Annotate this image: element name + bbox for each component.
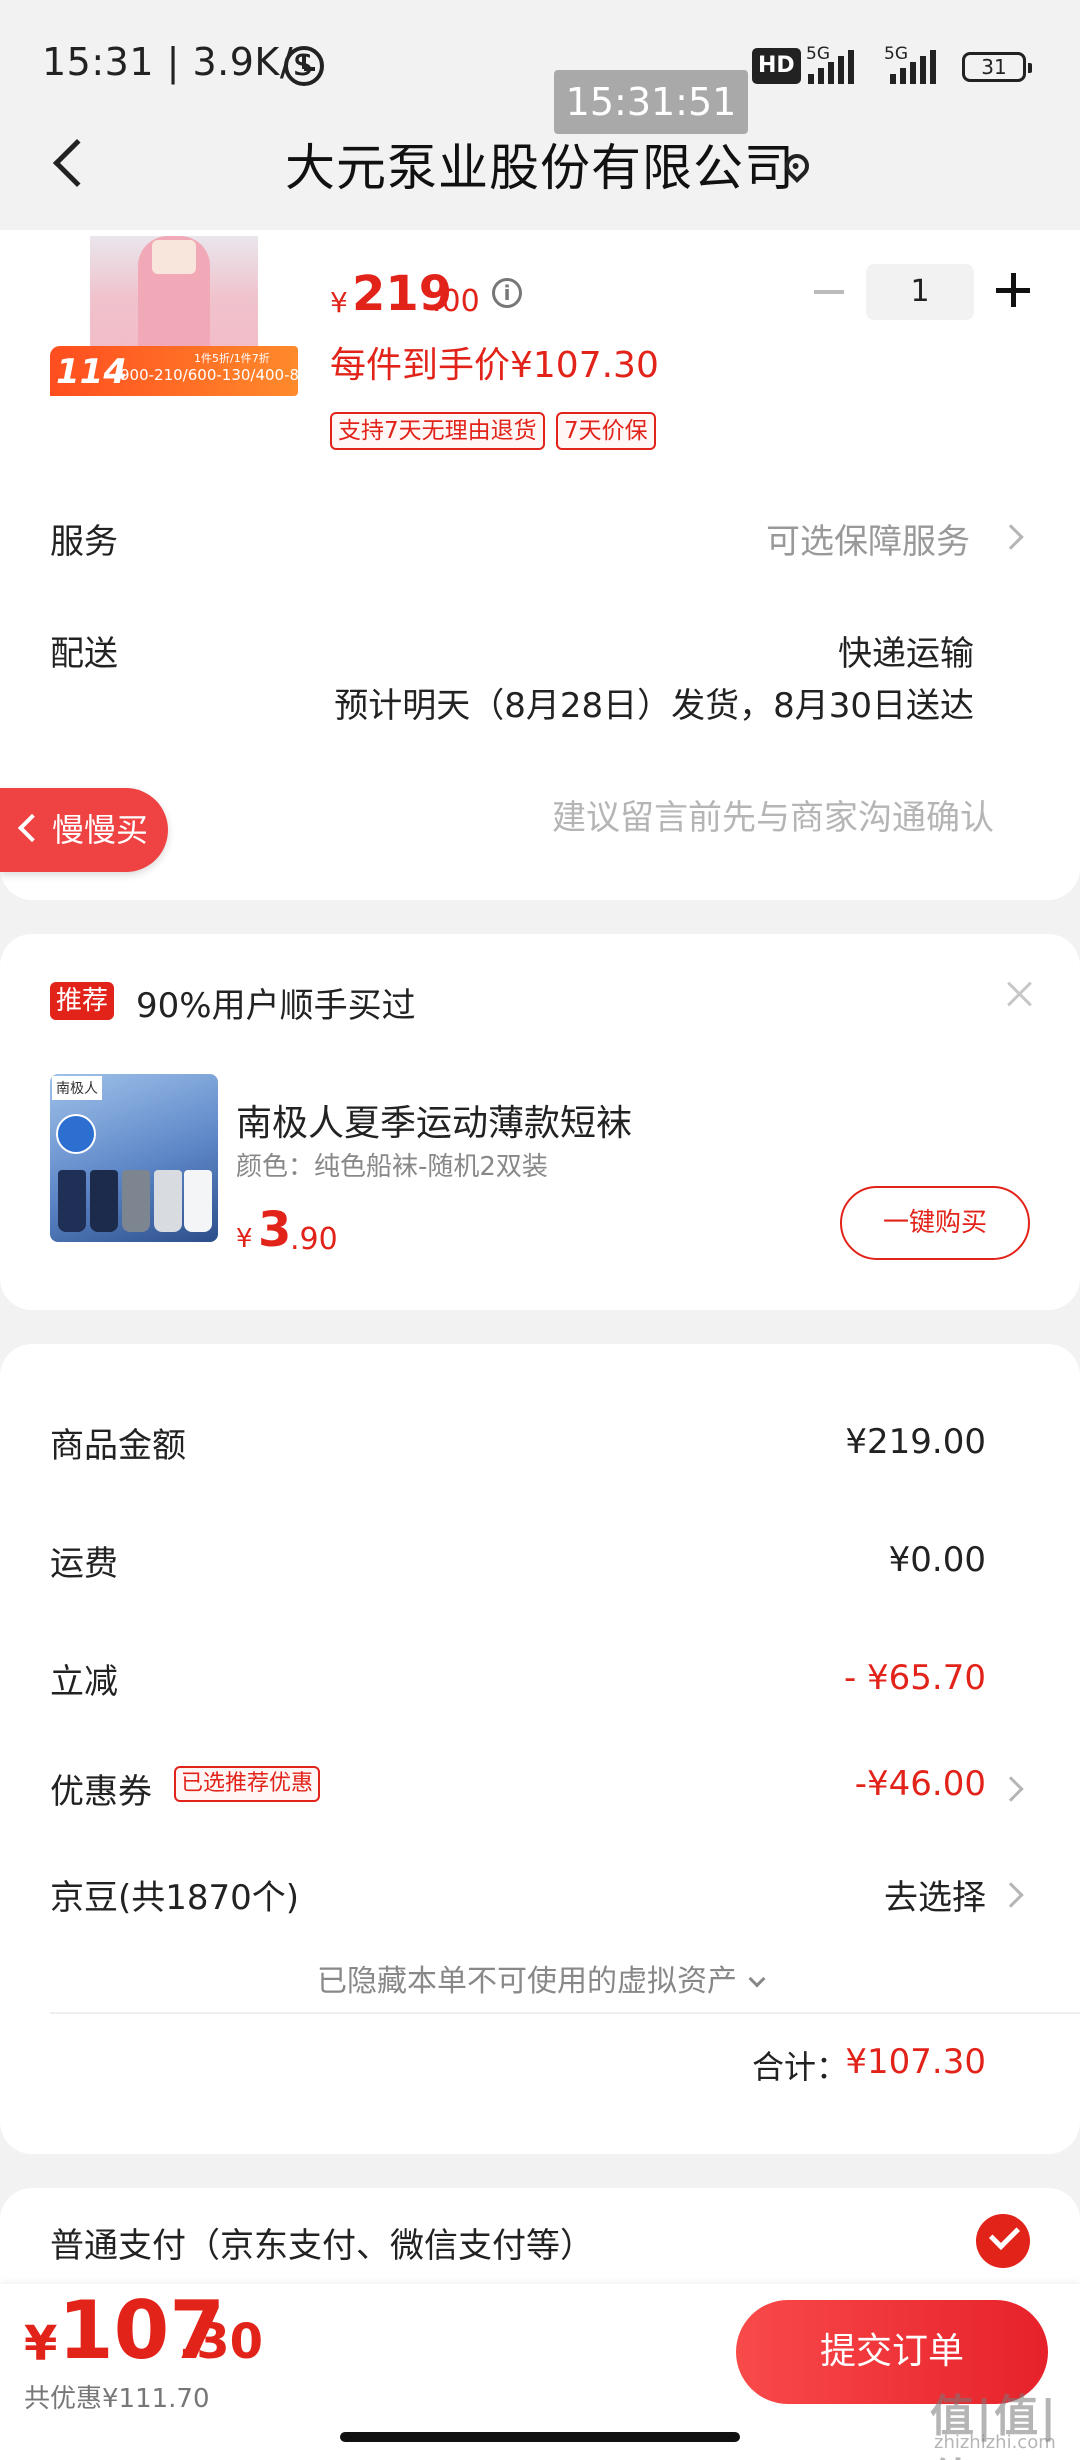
shipping-value: ¥0.00 [888,1540,986,1580]
model-face [152,240,196,274]
goods-amount-label: 商品金额 [50,1426,186,1466]
total-saved: 共优惠¥111.70 [24,2384,210,2414]
promo-text: 900-210/600-130/400-80 [120,366,309,384]
hidden-assets-text: 已隐藏本单不可使用的虚拟资产 [317,1964,737,1999]
goods-amount-value: ¥219.00 [845,1422,986,1462]
coupon-value[interactable]: -¥46.00 [855,1764,986,1804]
recommend-product-name[interactable]: 南极人夏季运动薄款短袜 [236,1094,632,1146]
divider [50,2012,1080,2014]
quantity-decrease-button[interactable] [814,290,844,294]
info-icon[interactable]: i [492,278,522,308]
coupon-label: 优惠券 [50,1772,152,1812]
chevron-down-icon [748,1970,766,1988]
promo-tag: 1件5折/1件7折 [194,352,270,365]
delivery-label: 配送 [50,634,118,674]
signal-strength-icon [808,48,854,84]
total-label: 合计： [752,2048,849,2086]
final-price-decimal: .30 [178,2314,264,2370]
sock-shape [58,1170,86,1232]
delivery-schedule: 预计明天（8月28日）发货，8月30日送达 [334,686,974,726]
recommend-badge: 推荐 [50,982,115,1020]
recommend-price-decimal: .90 [290,1222,338,1257]
price-decimal: .00 [432,284,480,319]
jd-beans-label: 京豆(共1870个) [50,1878,300,1918]
recommend-brand-label: 南极人 [52,1076,102,1100]
recommend-price-integer: 3 [258,1202,292,1258]
sock-shape [154,1170,182,1232]
instant-discount-label: 立减 [50,1662,118,1702]
jd-beans-select[interactable]: 去选择 [884,1870,986,1919]
hd-voice-icon: HD [752,48,801,84]
recommend-currency: ¥ [236,1224,253,1254]
recommend-title: 90%用户顺手买过 [136,986,416,1026]
one-click-buy-button[interactable]: 一键购买 [840,1186,1030,1260]
hidden-assets-toggle[interactable]: 已隐藏本单不可使用的虚拟资产 [0,1956,1080,2000]
service-option[interactable]: 可选保障服务 [766,514,970,563]
home-indicator[interactable] [340,2432,740,2442]
close-icon[interactable] [1005,980,1035,1010]
status-time: 15:31 | 3.9K/s [42,40,314,84]
instant-discount-value: - ¥65.70 [843,1658,986,1698]
recommend-product-spec: 颜色：纯色船袜-随机2双装 [236,1152,548,1182]
alarm-clock-icon [284,46,324,86]
pack-count-circle [56,1114,96,1154]
shipping-label: 运费 [50,1544,118,1584]
time-overlay: 15:31:51 [554,70,748,134]
payment-method-label[interactable]: 普通支付（京东支付、微信支付等） [50,2218,594,2267]
quantity-increase-button[interactable] [996,272,1032,308]
message-input[interactable]: 建议留言前先与商家沟通确认 [552,790,994,839]
total-value: ¥107.30 [845,2042,986,2082]
price-protect-badge: 7天价保 [556,412,656,450]
checkmark-icon[interactable] [976,2214,1030,2268]
watermark-url: zhizhizhi.com [934,2432,1056,2453]
battery-icon: 31 [962,52,1032,82]
sock-shape [122,1170,150,1232]
coupon-recommended-tag: 已选推荐优惠 [174,1766,321,1802]
delivery-method[interactable]: 快递运输 [838,626,974,675]
signal-strength-icon-2 [890,48,936,84]
service-label: 服务 [50,522,118,562]
unit-final-price: 每件到手价¥107.30 [330,345,659,386]
price-currency: ¥ [330,286,348,319]
quantity-input[interactable]: 1 [866,264,974,320]
return-policy-badge: 支持7天无理由退货 [330,412,545,450]
shop-name[interactable]: 大元泵业股份有限公司 [0,128,1080,200]
final-price-currency: ¥ [24,2316,58,2372]
sock-shape [90,1170,118,1232]
sock-shape [184,1170,212,1232]
promo-number: 114 [56,352,127,392]
